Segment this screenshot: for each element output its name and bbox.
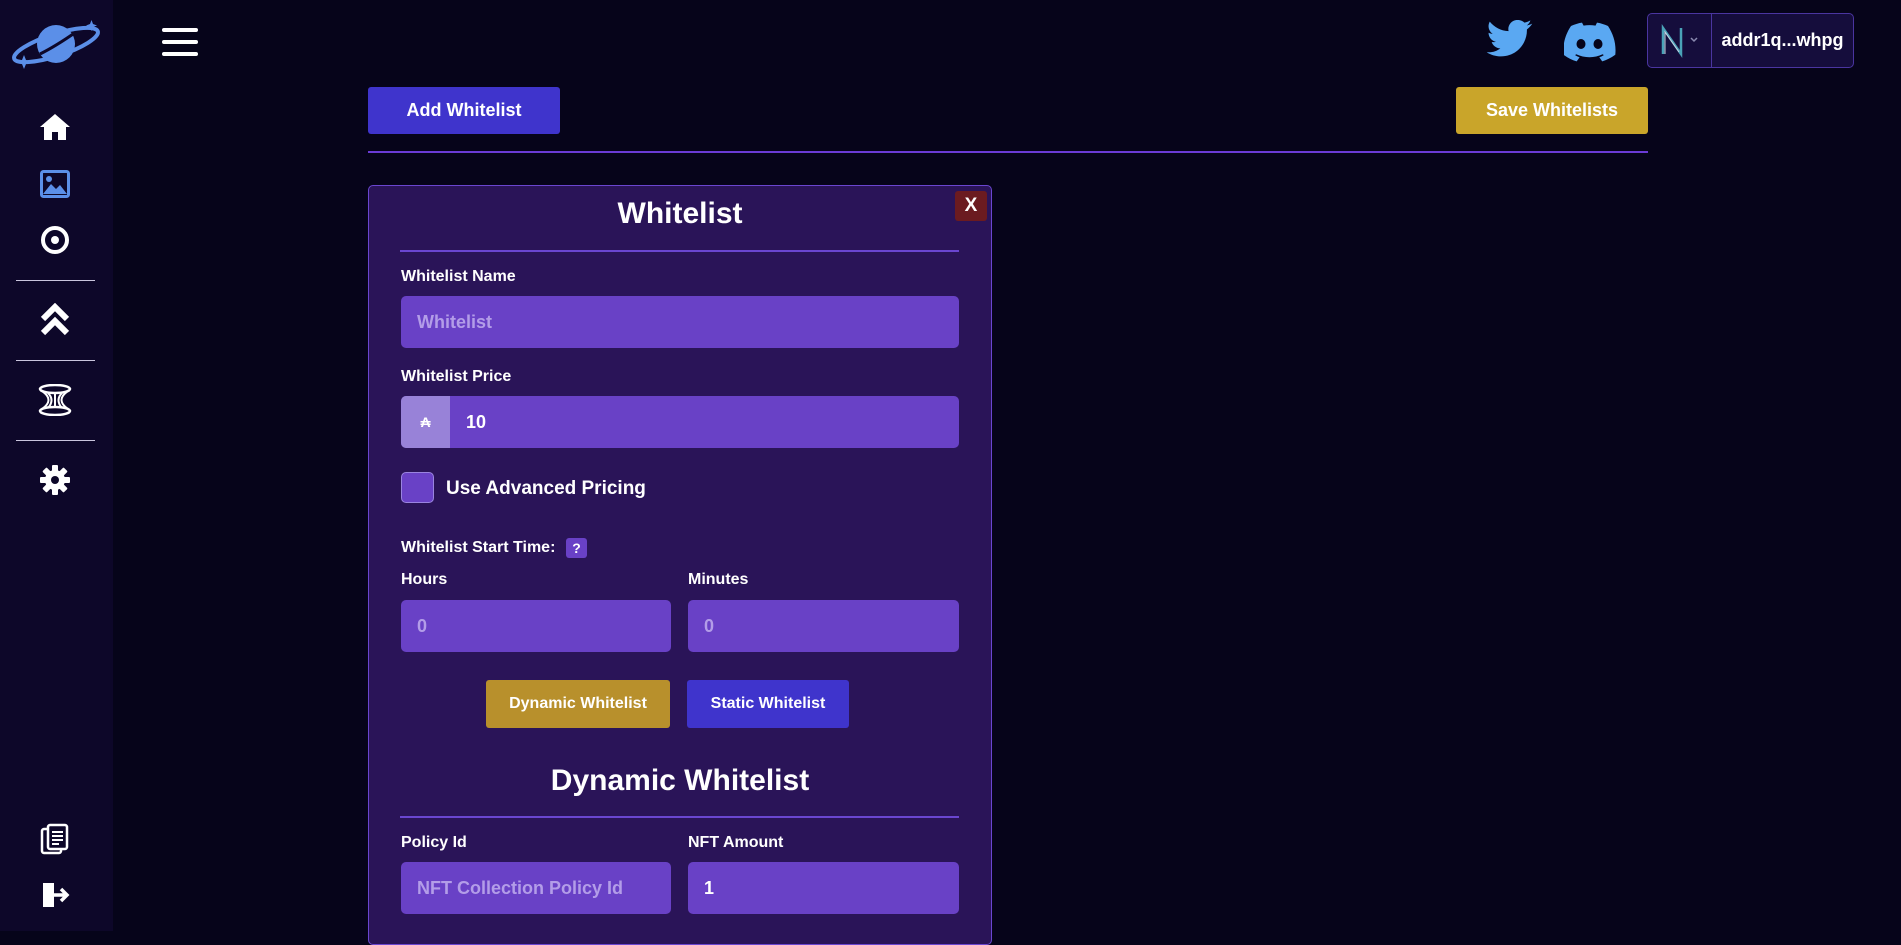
wallet-button[interactable]: addr1q...whpg	[1647, 13, 1854, 68]
advanced-pricing-label[interactable]: Use Advanced Pricing	[446, 478, 646, 500]
twitter-icon[interactable]	[1486, 19, 1534, 65]
whitelist-price-label: Whitelist Price	[401, 368, 512, 385]
logout-icon[interactable]	[38, 878, 72, 912]
wallet-logo-icon	[1648, 14, 1712, 67]
title-divider	[400, 250, 959, 252]
home-icon[interactable]	[38, 110, 72, 144]
chevron-down-icon	[1689, 36, 1698, 42]
toolbar-divider	[368, 151, 1648, 153]
minutes-label: Minutes	[688, 571, 749, 588]
whitelist-price-input[interactable]: 10	[401, 396, 959, 448]
nft-amount-value: 1	[704, 877, 715, 898]
sidebar-divider	[16, 440, 95, 441]
sidebar	[0, 0, 113, 931]
discord-icon[interactable]	[1563, 22, 1616, 67]
hours-placeholder: 0	[417, 615, 428, 636]
section-title: Dynamic Whitelist	[550, 764, 810, 797]
add-whitelist-button[interactable]: Add Whitelist	[368, 87, 560, 134]
target-icon[interactable]	[38, 223, 72, 257]
whitelist-name-input[interactable]: Whitelist	[401, 296, 959, 348]
wallet-address: addr1q...whpg	[1721, 30, 1844, 50]
ada-currency-icon: ₳	[401, 396, 450, 448]
start-time-label: Whitelist Start Time:	[401, 539, 556, 556]
dynamic-whitelist-button[interactable]: Dynamic Whitelist	[486, 680, 670, 728]
policy-id-placeholder: NFT Collection Policy Id	[417, 877, 624, 898]
static-whitelist-button[interactable]: Static Whitelist	[687, 680, 849, 728]
sidebar-divider	[16, 280, 95, 281]
hourglass-icon[interactable]	[38, 383, 72, 417]
policy-id-label: Policy Id	[401, 834, 467, 851]
document-icon[interactable]	[38, 822, 72, 856]
chevrons-up-icon[interactable]	[38, 303, 72, 337]
planet-logo-icon[interactable]	[10, 18, 102, 72]
minutes-input[interactable]: 0	[688, 600, 959, 652]
whitelist-price-value: 10	[466, 411, 487, 432]
whitelist-name-label: Whitelist Name	[401, 268, 516, 285]
image-icon[interactable]	[38, 167, 72, 201]
menu-icon[interactable]	[162, 28, 198, 56]
hours-input[interactable]: 0	[401, 600, 671, 652]
minutes-placeholder: 0	[704, 615, 715, 636]
help-icon[interactable]: ?	[566, 538, 587, 558]
nft-amount-input[interactable]: 1	[688, 862, 959, 914]
sidebar-divider	[16, 360, 95, 361]
advanced-pricing-checkbox[interactable]	[401, 472, 434, 503]
gear-icon[interactable]	[38, 463, 72, 497]
hours-label: Hours	[401, 571, 448, 588]
whitelist-name-placeholder: Whitelist	[417, 311, 492, 332]
nft-amount-label: NFT Amount	[688, 834, 784, 851]
save-whitelists-button[interactable]: Save Whitelists	[1456, 87, 1648, 134]
section-divider	[400, 816, 959, 818]
policy-id-input[interactable]: NFT Collection Policy Id	[401, 862, 671, 914]
card-title: Whitelist	[617, 197, 743, 230]
